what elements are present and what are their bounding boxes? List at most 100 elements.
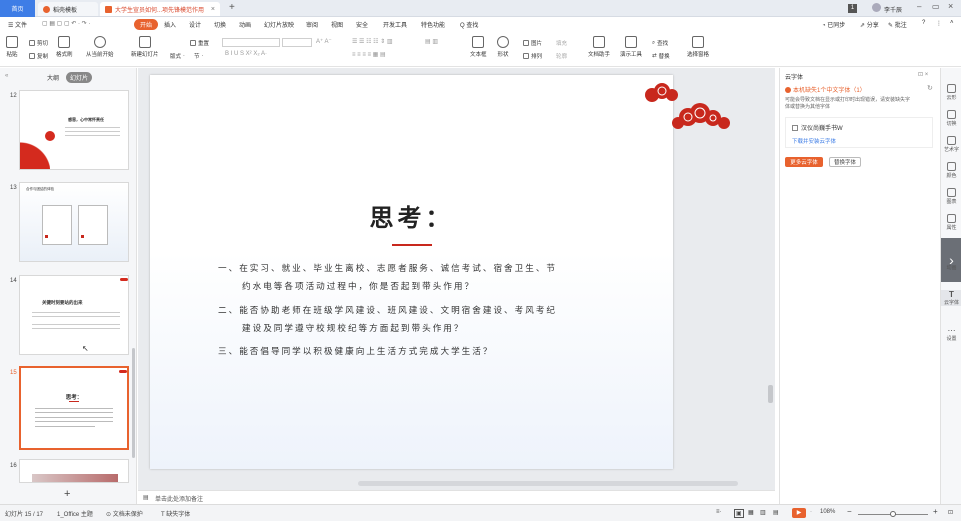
horizontal-scrollbar[interactable] [358, 481, 738, 486]
font-grow-icon[interactable]: A⁺ A⁻ [316, 38, 332, 45]
question-3[interactable]: 三、能否倡导同学以积极健康向上生活方式完成大学生活？ [218, 345, 493, 357]
canvas-scrollbar[interactable] [768, 385, 773, 403]
new-tab-button[interactable]: + [229, 2, 235, 13]
font-style-icons[interactable]: B I U S X² X₂ A· [225, 51, 267, 57]
find-button[interactable]: ⌕ 查找 [652, 39, 668, 48]
question-1-line-1[interactable]: 一、在实习、就业、毕业生离校、志愿者服务、诚信考试、宿舍卫生、节 [218, 262, 557, 274]
sync-button[interactable]: ◔ 已同步 [822, 20, 845, 29]
zoom-out-button[interactable]: − [847, 507, 852, 516]
menu-security[interactable]: 安全 [356, 20, 368, 29]
maximize-icon[interactable]: ▭ [932, 2, 940, 11]
play-from-current-button[interactable]: 从当前开始 [86, 36, 114, 58]
panel-scrollbar[interactable] [132, 348, 135, 458]
tab-docer[interactable]: 稻壳模板 [38, 2, 98, 16]
replace-button[interactable]: ⇄ 替换 [652, 52, 670, 60]
tab-home[interactable]: 首页 [0, 0, 35, 17]
tool-settings[interactable]: ⋯ 设置 [941, 326, 961, 342]
slide-thumbnail-12[interactable]: 感恩，心中常怀责任 [19, 90, 129, 170]
tool-wordart[interactable]: 艺术字 [941, 136, 961, 153]
slideshow-dropdown-icon[interactable]: · [810, 509, 812, 515]
format-painter-button[interactable]: 格式刷 [56, 36, 73, 58]
menu-design[interactable]: 设计 [189, 20, 201, 29]
fill-button[interactable]: 填充 [556, 39, 567, 47]
tool-cloud-font[interactable]: T 云字体 [941, 290, 961, 306]
menu-search[interactable]: Q 查找 [460, 20, 478, 29]
share-button[interactable]: ⇗ 分享 [860, 20, 879, 29]
menu-start[interactable]: 开始 [134, 19, 159, 30]
menu-animation[interactable]: 动画 [239, 20, 251, 29]
menu-slideshow[interactable]: 幻灯片放映 [264, 20, 294, 29]
help-icon[interactable]: ? [922, 20, 925, 26]
textbox-button[interactable]: 文本框 [470, 36, 487, 58]
zoom-slider-handle[interactable] [890, 511, 896, 517]
menu-features[interactable]: 特色功能 [421, 20, 445, 29]
font-checkbox[interactable] [792, 124, 798, 131]
play-slideshow-button[interactable]: ▶ [792, 508, 806, 518]
tab-slides[interactable]: 幻灯片 [66, 72, 93, 83]
font-size-field[interactable] [282, 38, 312, 47]
document-protection[interactable]: ⊙ 文档未保护 [106, 509, 143, 518]
missing-font-status[interactable]: T 缺失字体 [161, 509, 190, 518]
close-window-icon[interactable]: × [948, 1, 953, 11]
paste-button[interactable]: 粘贴 [6, 36, 18, 58]
menu-insert[interactable]: 插入 [164, 20, 176, 29]
fit-window-icon[interactable]: ⊡ [948, 509, 953, 516]
align-icons[interactable]: ≡ ≡ ≡ ≡ ▦ ▤ [352, 51, 386, 58]
add-slide-button[interactable]: + [64, 488, 70, 500]
reading-view-icon[interactable]: ▥ [760, 509, 766, 516]
shape-button[interactable]: 形状 [497, 36, 509, 58]
select-pane-button[interactable]: 选择窗格 [687, 36, 709, 58]
section-button[interactable]: 节 · [194, 52, 203, 60]
slide-thumbnail-15[interactable]: 思考： [19, 366, 129, 450]
new-slide-button[interactable]: 新建幻灯片 [131, 36, 159, 58]
slide-sorter-icon[interactable]: ▦ [748, 509, 754, 516]
more-fonts-button[interactable]: 更多云字体 [785, 157, 823, 167]
tool-switch[interactable]: 切换 [941, 110, 961, 127]
menu-view[interactable]: 视图 [331, 20, 343, 29]
reset-button[interactable]: 重置 [190, 39, 209, 47]
collapse-panel-icon[interactable]: « [5, 73, 8, 79]
cut-button[interactable]: 剪切 [29, 39, 48, 47]
minimize-icon[interactable]: – [917, 2, 921, 11]
arrange-button[interactable]: 排列 [523, 52, 542, 60]
download-font-link[interactable]: 下载并安装云字体 [792, 137, 836, 145]
question-2-line-1[interactable]: 二、能否协助老师在班级学风建设、班风建设、文明宿舍建设、考风考纪 [218, 304, 557, 316]
menu-review[interactable]: 审阅 [306, 20, 318, 29]
list-icons[interactable]: ☰ ☰ ☷ ☷ ⇕ ▥ [352, 38, 393, 45]
notes-toggle-icon[interactable]: ≡· [716, 509, 722, 515]
quick-access-icons[interactable]: ▢ ▤ ▢ ▢ ↶ · ↷ · [42, 20, 90, 27]
panel-toggle-button[interactable]: › [941, 238, 961, 282]
tool-chart[interactable]: 图表 [941, 188, 961, 205]
tab-document[interactable]: 大学生宣员如何...项先锋模范作用 × [100, 2, 220, 16]
menu-developer[interactable]: 开发工具 [383, 20, 407, 29]
refresh-icon[interactable]: ↻ [927, 84, 933, 92]
avatar[interactable] [872, 3, 881, 12]
picture-button[interactable]: 图片 [523, 39, 542, 47]
collapse-ribbon-icon[interactable]: ˄ [950, 20, 954, 26]
user-name[interactable]: 李千辰 [884, 5, 902, 14]
normal-view-icon[interactable]: ▣ [734, 509, 744, 518]
menu-transition[interactable]: 切换 [214, 20, 226, 29]
comment-button[interactable]: ✎ 批注 [888, 20, 907, 29]
copy-button[interactable]: 复制 [29, 52, 48, 60]
notes-placeholder[interactable]: 单击此处添加备注 [155, 494, 203, 503]
tab-outline[interactable]: 大纲 [47, 73, 59, 82]
zoom-level[interactable]: 108% [820, 509, 835, 515]
more-icon[interactable]: ⋮ [936, 20, 942, 27]
layout-button[interactable]: 版式 · [170, 52, 185, 60]
tool-animation[interactable]: 动画 [941, 264, 961, 271]
zoom-in-button[interactable]: + [933, 507, 938, 516]
replace-font-button[interactable]: 替换字体 [829, 157, 861, 167]
slide-thumbnail-14[interactable]: 关键时刻要站的出来 ↖ [19, 275, 129, 355]
question-1-line-2[interactable]: 约水电等各项活动过程中，你是否起到带头作用？ [242, 280, 475, 292]
doc-helper-button[interactable]: 文档助手 [588, 36, 610, 58]
slide-thumbnail-16[interactable] [19, 459, 129, 483]
outline-button[interactable]: 轮廓 [556, 52, 567, 60]
paragraph-icons[interactable]: ▤ ▥ [425, 38, 438, 45]
presentation-tools-button[interactable]: 演示工具 [620, 36, 642, 58]
outline-view-icon[interactable]: ▤ [773, 509, 779, 516]
tool-properties[interactable]: 属性 [941, 214, 961, 231]
slide-title[interactable]: 思考： [150, 198, 673, 233]
panel-pin-icon[interactable]: ⊡ × [918, 71, 928, 78]
font-name-field[interactable] [222, 38, 280, 47]
